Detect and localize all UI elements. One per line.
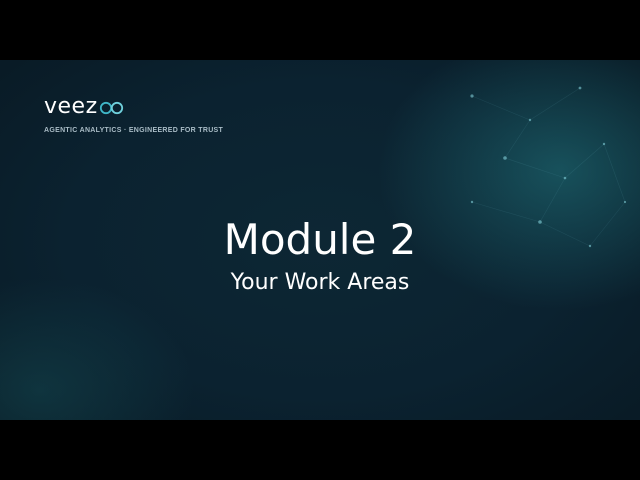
infinity-loop-icon [99,101,123,115]
slide-title: Module 2 [223,215,417,264]
video-frame: veez AGENTIC ANALYTICS · ENGINEERED FOR … [0,0,640,480]
veezoo-logo: veez [44,92,125,122]
logo-wordmark: veez [44,94,98,119]
slide-subtitle: Your Work Areas [230,270,410,295]
title-slide: veez AGENTIC ANALYTICS · ENGINEERED FOR … [0,60,640,420]
brand-tagline: AGENTIC ANALYTICS · ENGINEERED FOR TRUST [44,127,224,134]
